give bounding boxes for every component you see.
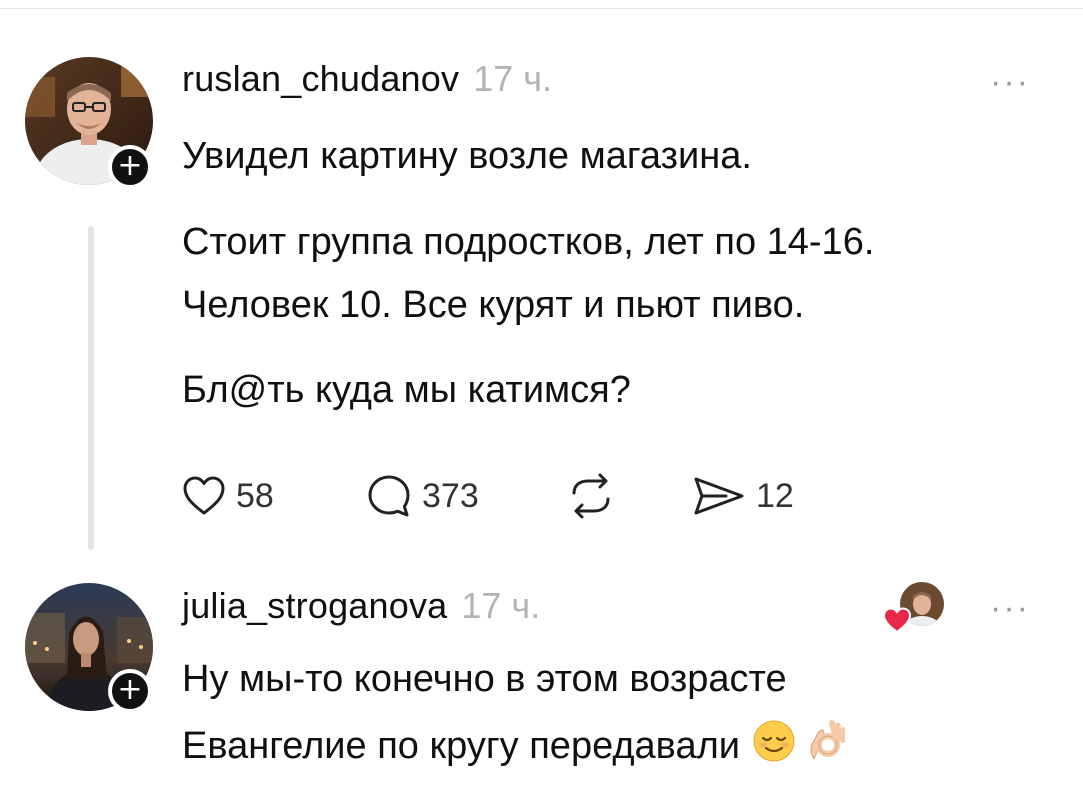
like-button[interactable]: 58: [182, 474, 274, 518]
heart-icon: [882, 607, 912, 634]
share-count: 12: [756, 476, 794, 515]
like-count: 58: [236, 476, 274, 515]
reply-count: 373: [422, 476, 479, 515]
post-text-line: Ну мы-то конечно в этом возрасте: [182, 658, 787, 700]
ok-hand-emoji: [804, 719, 848, 773]
follow-button[interactable]: +: [108, 145, 152, 189]
more-options-button[interactable]: ···: [990, 65, 1030, 99]
send-icon: [694, 477, 744, 515]
liked-by-author-indicator: [882, 580, 946, 636]
repost-button[interactable]: [566, 473, 616, 519]
post-text-line: Увидел картину возле магазина.: [182, 135, 752, 177]
comment-icon: [368, 475, 410, 517]
share-button[interactable]: 12: [692, 474, 794, 518]
post-text-segment: Евангелие по кругу передавали: [182, 725, 740, 767]
post-header: julia_stroganova 17 ч.: [182, 585, 540, 627]
post-header: ruslan_chudanov 17 ч.: [182, 58, 552, 100]
post-text-line: Евангелие по кругу передавали: [182, 719, 848, 773]
follow-button[interactable]: +: [108, 669, 152, 713]
heart-icon: [183, 476, 225, 515]
more-options-button[interactable]: ···: [990, 591, 1030, 625]
post-text-line: Человек 10. Все курят и пьют пиво.: [182, 284, 805, 326]
reply-button[interactable]: 373: [366, 474, 479, 518]
thread-connector-line: [88, 226, 94, 550]
repost-icon: [572, 473, 610, 519]
username[interactable]: julia_stroganova: [182, 585, 447, 627]
relieved-face-emoji: [752, 719, 796, 773]
timestamp: 17 ч.: [473, 58, 553, 99]
username[interactable]: ruslan_chudanov: [182, 58, 459, 100]
timestamp: 17 ч.: [461, 585, 541, 626]
post-text-line: Бл@ть куда мы катимся?: [182, 369, 631, 411]
post-text-line: Стоит группа подростков, лет по 14-16.: [182, 221, 875, 263]
top-divider: [0, 8, 1083, 9]
